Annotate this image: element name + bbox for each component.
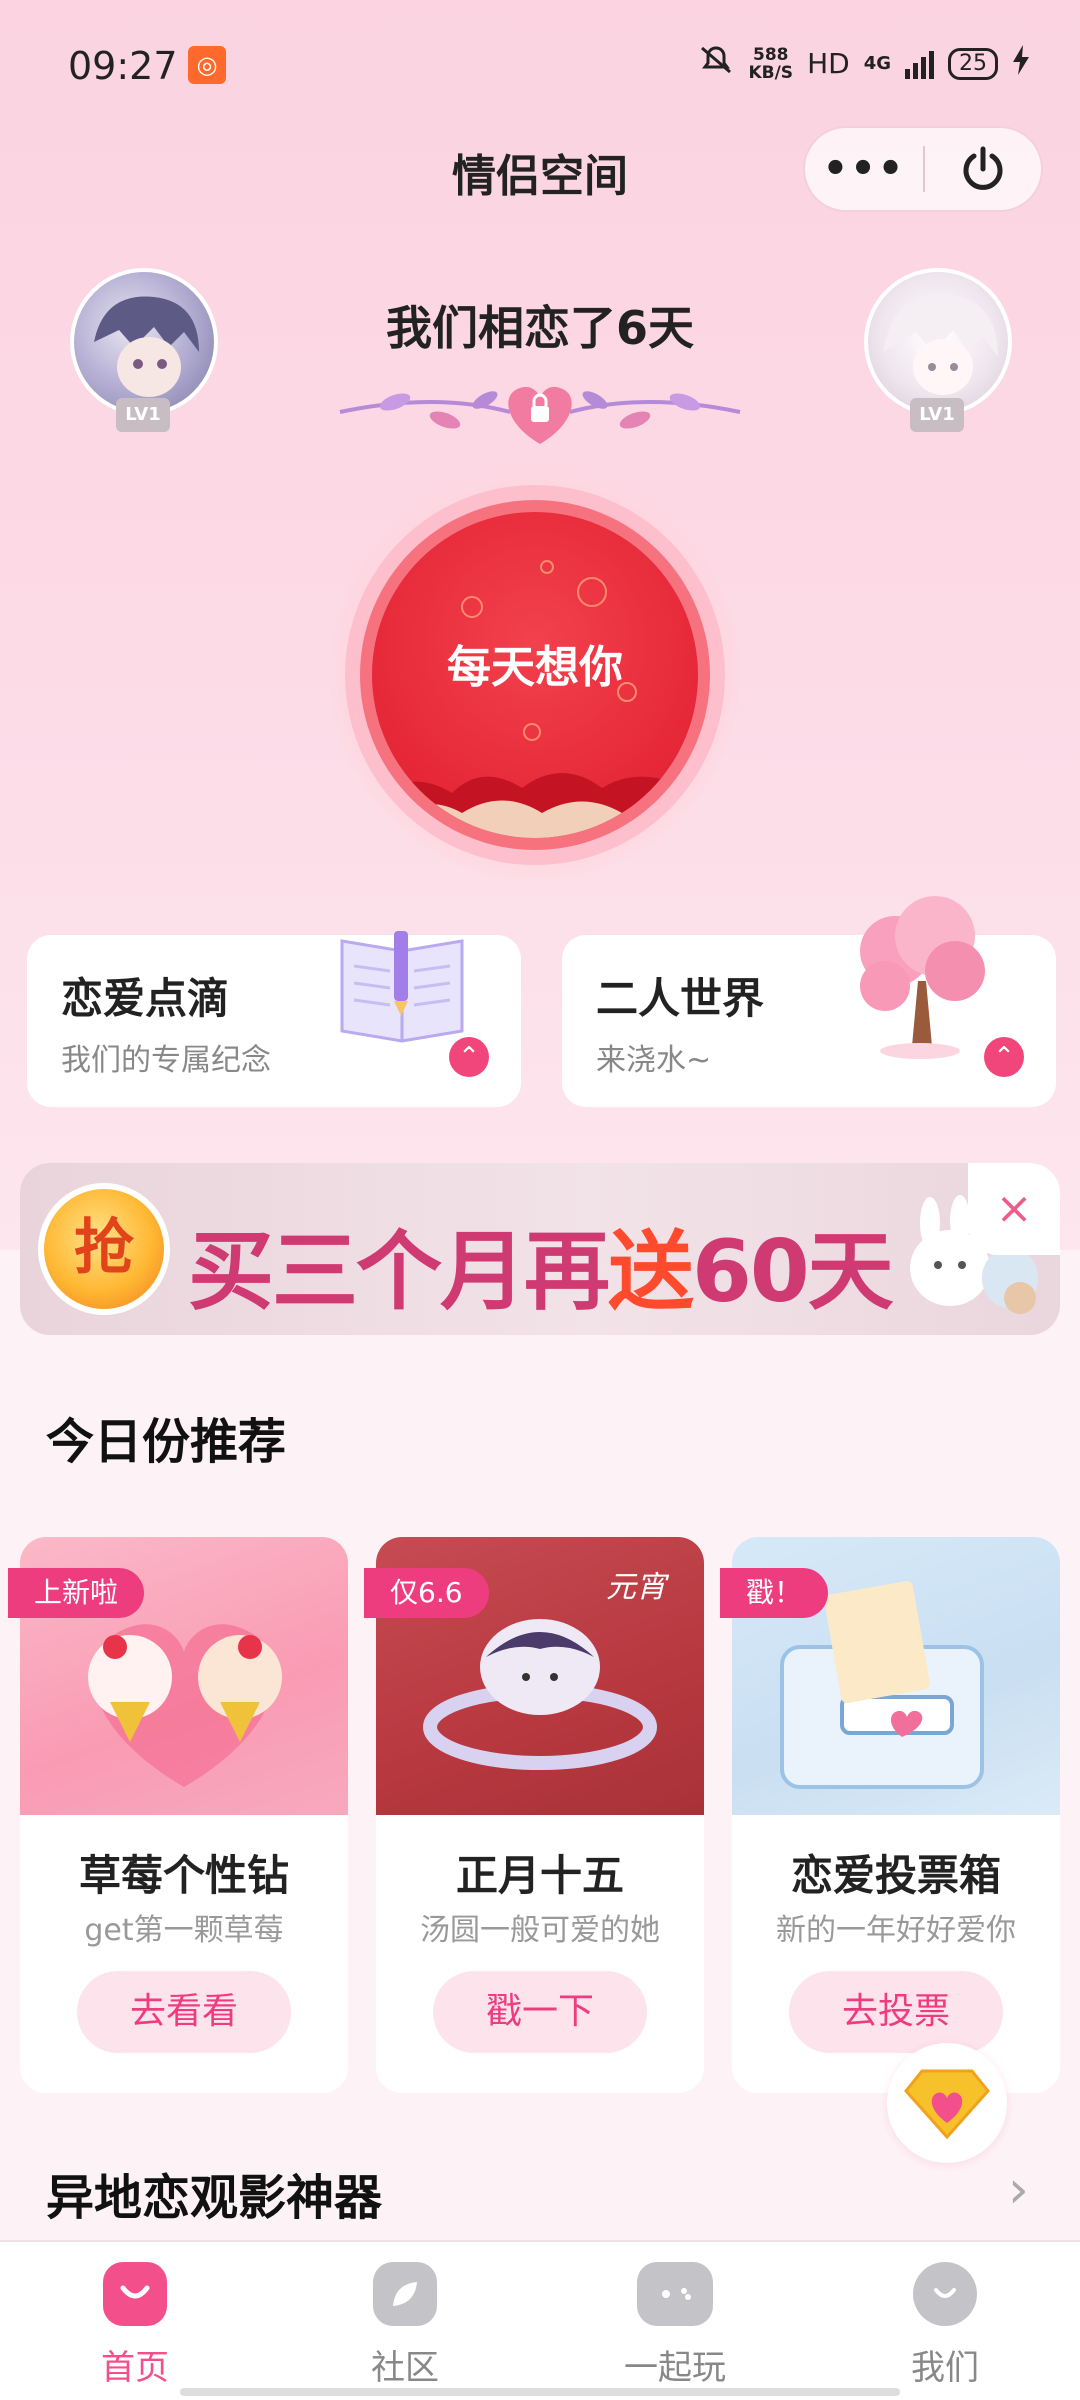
promo-text-post: 60天 bbox=[692, 1222, 894, 1322]
chevron-up-icon: ⌃ bbox=[984, 1037, 1024, 1077]
recommend-section-title: 今日份推荐 bbox=[46, 1414, 287, 1470]
tab-label: 我们 bbox=[911, 2348, 979, 2388]
more-button[interactable]: ••• bbox=[805, 149, 923, 189]
speed-unit: KB/S bbox=[748, 62, 794, 83]
recommend-subtitle: 汤圆一般可爱的她 bbox=[420, 1913, 660, 1948]
card-title: 二人世界 bbox=[596, 974, 765, 1023]
tab-label: 社区 bbox=[371, 2348, 439, 2388]
card-subtitle: 我们的专属纪念 bbox=[61, 1043, 271, 1078]
close-program-button[interactable] bbox=[925, 144, 1041, 194]
tab-community[interactable]: 社区 bbox=[325, 2262, 485, 2389]
leaf-icon bbox=[373, 2262, 437, 2326]
daily-miss-you-button[interactable]: 每天想你 bbox=[372, 512, 698, 838]
cherry-tree-icon bbox=[860, 896, 985, 1059]
promo-text: 买三个月再送60天 bbox=[188, 1201, 894, 1326]
love-days-text: 我们相恋了6天 bbox=[385, 301, 694, 355]
promo-banner[interactable]: 抢 买三个月再送60天 bbox=[20, 1163, 1060, 1335]
recommend-card-lantern[interactable]: 元宵 正月十五 汤圆一般可爱的她 戳一下 bbox=[376, 1537, 704, 2093]
network-type: 4G bbox=[863, 53, 891, 74]
recommend-subtitle: 新的一年好好爱你 bbox=[776, 1913, 1016, 1948]
person-icon bbox=[913, 2262, 977, 2326]
recommend-title: 正月十五 bbox=[455, 1851, 624, 1900]
card-title: 恋爱点滴 bbox=[61, 974, 230, 1023]
floating-diamond-button[interactable] bbox=[887, 2043, 1007, 2163]
poke-button[interactable]: 戳一下 bbox=[433, 1971, 647, 2053]
diary-book-icon bbox=[340, 931, 464, 1043]
go-see-button[interactable]: 去看看 bbox=[77, 1971, 291, 2053]
tab-label: 一起玩 bbox=[624, 2348, 726, 2388]
app-notification-icon: ◎ bbox=[188, 46, 226, 84]
recommend-card-vote-box[interactable]: 恋爱投票箱 新的一年好好爱你 去投票 bbox=[732, 1537, 1060, 2093]
status-bar: 09:27 ◎ 588 KB/S HD 4G 25 bbox=[0, 0, 1080, 130]
love-moments-card[interactable]: 恋爱点滴 我们的专属纪念 ⌃ bbox=[27, 931, 521, 1107]
svg-text:元宵: 元宵 bbox=[606, 1570, 670, 1605]
battery-level: 25 bbox=[948, 47, 998, 80]
right-level-badge: LV1 bbox=[910, 398, 964, 432]
gamepad-icon bbox=[637, 2262, 713, 2326]
hd-indicator: HD bbox=[807, 47, 850, 80]
diamond-icon bbox=[904, 2069, 990, 2140]
recommend-subtitle: get第一颗草莓 bbox=[84, 1913, 284, 1948]
chevron-up-icon: ⌃ bbox=[449, 1037, 489, 1077]
new-tag: 上新啦 bbox=[8, 1568, 145, 1618]
two-world-card[interactable]: 二人世界 来浇水~ ⌃ bbox=[562, 896, 1056, 1107]
movie-tool-section-title: 异地恋观影神器 bbox=[46, 2170, 383, 2226]
tab-home[interactable]: 首页 bbox=[55, 2262, 215, 2389]
heart-lock-vine-icon bbox=[339, 386, 741, 444]
cloud-decoration-icon bbox=[372, 773, 698, 838]
charging-icon bbox=[1012, 45, 1030, 82]
go-vote-button[interactable]: 去投票 bbox=[789, 1971, 1003, 2053]
status-time: 09:27 bbox=[68, 44, 178, 88]
tab-us[interactable]: 我们 bbox=[865, 2262, 1025, 2389]
mute-icon bbox=[698, 44, 734, 83]
recommend-card-strawberry[interactable]: 草莓个性钻 get第一颗草莓 去看看 bbox=[20, 1537, 348, 2093]
tab-label: 首页 bbox=[101, 2348, 169, 2388]
promo-text-highlight: 送 bbox=[608, 1222, 694, 1322]
signal-icon bbox=[905, 49, 934, 79]
grab-badge: 抢 bbox=[38, 1183, 170, 1315]
home-icon bbox=[103, 2262, 167, 2326]
poke-tag: 戳！ bbox=[720, 1568, 829, 1618]
promo-text-pre: 买三个月再 bbox=[188, 1222, 610, 1322]
bottom-tab-bar: 首页 社区 一起玩 我们 bbox=[0, 2240, 1080, 2400]
card-subtitle: 来浇水~ bbox=[596, 1043, 712, 1078]
chevron-right-icon[interactable]: › bbox=[1008, 2160, 1029, 2220]
left-level-badge: LV1 bbox=[116, 398, 170, 432]
power-icon bbox=[963, 146, 1003, 190]
recommend-title: 草莓个性钻 bbox=[78, 1851, 289, 1900]
close-banner-button[interactable]: × bbox=[968, 1163, 1060, 1255]
mini-program-capsule: ••• bbox=[803, 126, 1043, 212]
tab-play-together[interactable]: 一起玩 bbox=[595, 2262, 755, 2389]
recommend-title: 恋爱投票箱 bbox=[790, 1851, 1001, 1900]
status-indicators: 588 KB/S HD 4G 25 bbox=[698, 44, 1030, 83]
daily-button-label: 每天想你 bbox=[447, 642, 623, 693]
price-tag: 仅6.6 bbox=[364, 1568, 489, 1618]
speed-value: 588 bbox=[753, 44, 789, 65]
home-indicator bbox=[180, 2388, 900, 2396]
network-speed: 588 KB/S bbox=[748, 46, 793, 82]
